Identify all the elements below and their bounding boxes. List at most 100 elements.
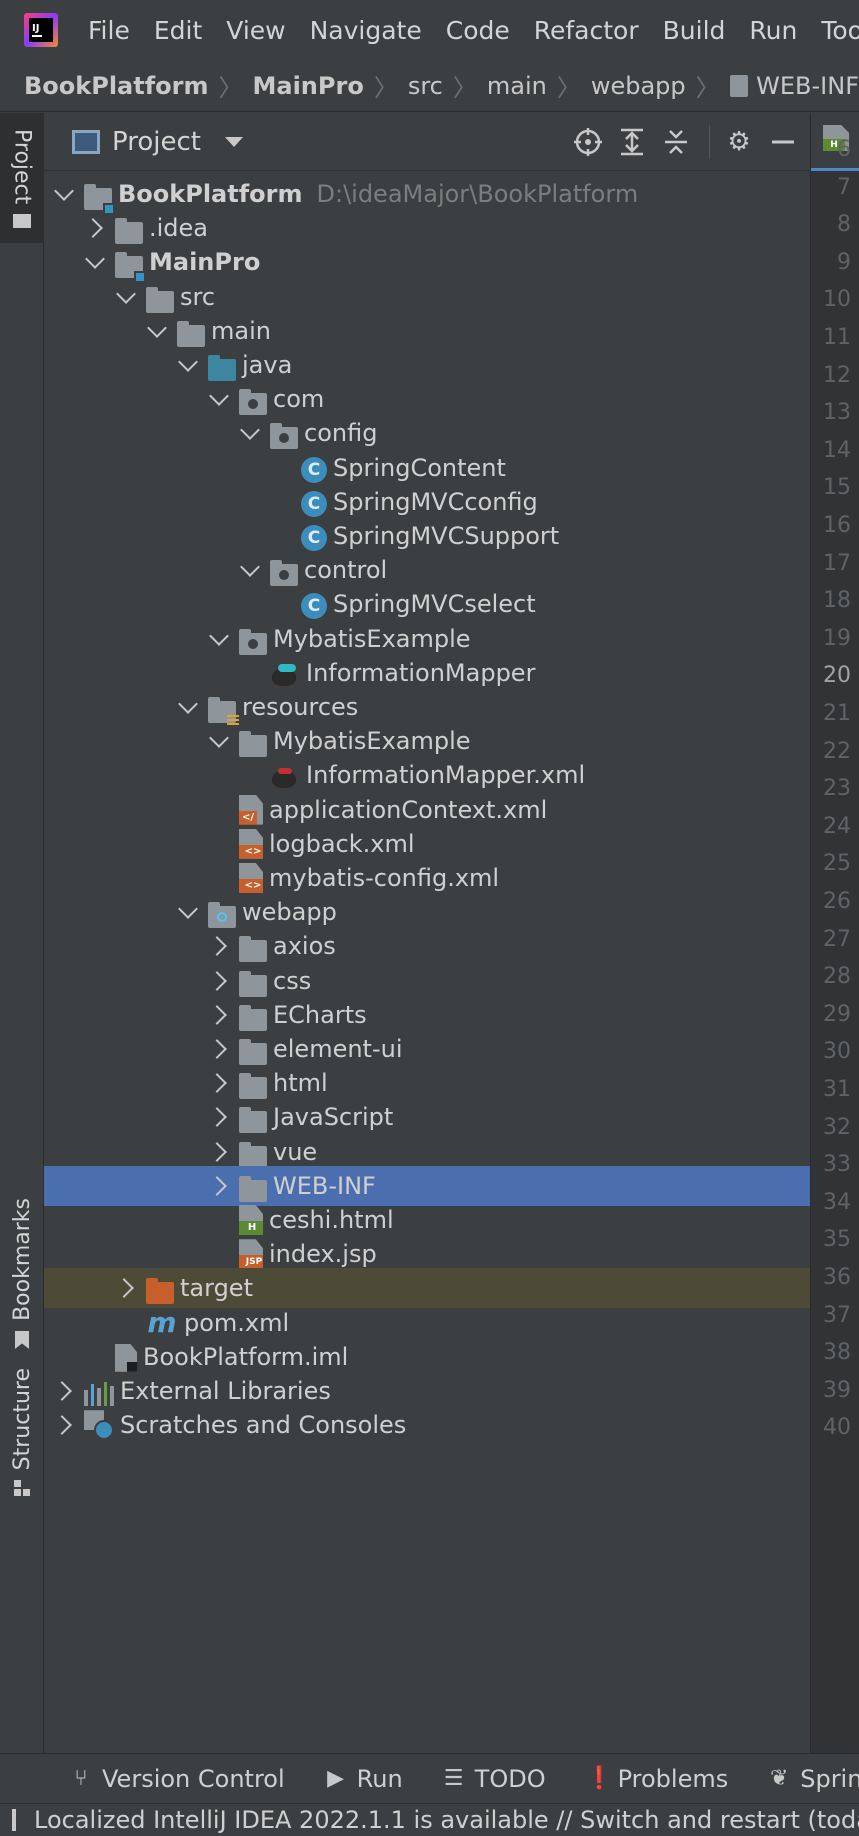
tree-node-path: D:\ideaMajor\BookPlatform [316, 180, 639, 208]
menu-view[interactable]: View [226, 16, 285, 45]
tree-node-label: Scratches and Consoles [120, 1411, 407, 1440]
run-label: Run [356, 1764, 403, 1793]
line-number: 34 [823, 1189, 851, 1215]
tree-node-label: target [180, 1274, 253, 1303]
line-number: 20 [823, 663, 851, 689]
bookmarks-tab-label: Bookmarks [9, 1198, 35, 1321]
line-number: 6 [837, 137, 851, 162]
module-folder-icon [115, 252, 146, 284]
breadcrumb-separator-icon: 〉 [452, 74, 477, 102]
line-number: 17 [823, 550, 851, 576]
tree-node-label: java [242, 351, 293, 379]
breadcrumb-item[interactable]: main [487, 72, 547, 100]
mybatis-mapper-icon [270, 662, 300, 688]
status-message[interactable]: Localized IntelliJ IDEA 2022.1.1 is avai… [34, 1806, 859, 1834]
menu-tools[interactable]: Tools [821, 16, 859, 45]
folder-icon [239, 1004, 267, 1031]
line-number: 39 [823, 1377, 851, 1403]
breadcrumb-item[interactable]: MainPro [253, 72, 364, 100]
version-control-button[interactable]: ⑂ Version Control [70, 1765, 284, 1793]
folder-icon [239, 1175, 267, 1202]
breadcrumb-separator-icon: 〉 [695, 74, 720, 102]
mybatis-xml-icon [270, 764, 300, 790]
breadcrumb-item[interactable]: BookPlatform [24, 72, 209, 100]
todo-label: TODO [474, 1764, 546, 1793]
folder-icon [13, 214, 31, 229]
problems-icon: ❗ [585, 1766, 613, 1791]
tree-node-label: MybatisExample [273, 727, 471, 756]
line-number: 19 [823, 625, 851, 651]
line-number: 16 [823, 513, 851, 538]
bookmark-icon [15, 1330, 29, 1349]
line-number: 13 [823, 400, 851, 426]
project-tool-tab[interactable]: Project [0, 113, 44, 243]
project-panel-header: Project ⚙ [44, 113, 810, 171]
line-number: 28 [823, 964, 851, 990]
problems-label: Problems [617, 1764, 729, 1793]
breadcrumb-item[interactable]: webapp [591, 72, 686, 100]
problems-button[interactable]: ❗ Problems [586, 1765, 729, 1793]
line-number: 25 [823, 851, 851, 877]
version-control-icon: ⑂ [74, 1766, 88, 1791]
folder-icon [239, 731, 267, 758]
tree-node-label: .idea [149, 214, 209, 243]
menu-bar: IJ File Edit View Navigate Code Refactor… [0, 0, 859, 60]
menu-edit[interactable]: Edit [154, 16, 202, 45]
source-folder-icon [208, 355, 236, 381]
tree-node-label: control [304, 556, 388, 585]
line-number: 31 [823, 1077, 851, 1102]
panel-title[interactable]: Project [112, 127, 201, 157]
minimize-icon[interactable] [766, 125, 800, 159]
menu-refactor[interactable]: Refactor [534, 16, 639, 45]
bookmarks-tool-tab[interactable]: Bookmarks [0, 1198, 44, 1349]
xml-file-icon: <> [239, 863, 263, 893]
jsp-file-icon: JSP [239, 1239, 263, 1270]
menu-build[interactable]: Build [663, 16, 726, 45]
line-number: 32 [823, 1114, 851, 1140]
menu-run[interactable]: Run [749, 16, 797, 45]
tree-node-label: vue [273, 1137, 318, 1166]
collapse-all-icon[interactable] [659, 125, 693, 159]
line-number: 21 [823, 701, 851, 726]
line-number: 18 [823, 588, 851, 614]
toggle-tool-windows-icon[interactable] [12, 1809, 16, 1831]
line-number: 33 [823, 1152, 851, 1178]
tree-node-label: MainPro [149, 248, 261, 277]
expand-all-icon[interactable] [615, 125, 649, 159]
line-number: 8 [837, 212, 851, 238]
line-number: 15 [823, 475, 851, 501]
left-tool-stripe: Project Bookmarks Structure [0, 113, 44, 1753]
gear-icon[interactable]: ⚙ [722, 125, 756, 159]
tree-node-label: SpringMVCSupport [333, 522, 560, 550]
structure-icon [14, 1480, 30, 1497]
chevron-right-icon[interactable] [54, 1405, 74, 1445]
breadcrumb-item[interactable]: src [408, 72, 443, 100]
breadcrumb-item[interactable]: WEB-INF [756, 72, 859, 100]
java-class-icon: C [301, 593, 327, 620]
line-number: 22 [823, 738, 851, 764]
chevron-down-icon[interactable] [224, 136, 243, 147]
tree-node-label: SpringContent [333, 453, 506, 482]
tree-node-label: BookPlatform.iml [143, 1342, 349, 1371]
todo-button[interactable]: ☰ TODO [443, 1765, 546, 1793]
menu-navigate[interactable]: Navigate [310, 16, 422, 45]
line-number: 23 [823, 776, 851, 802]
breadcrumb-separator-icon: 〉 [373, 74, 398, 102]
tree-node-label: axios [273, 932, 336, 961]
menu-file[interactable]: File [88, 16, 130, 45]
structure-tool-tab[interactable]: Structure [0, 1368, 44, 1497]
java-class-icon: C [301, 525, 327, 551]
menu-code[interactable]: Code [446, 16, 510, 45]
spring-button[interactable]: ❦ Spring [768, 1765, 859, 1793]
excluded-folder-icon [146, 1278, 174, 1305]
run-button[interactable]: ▶ Run [325, 1765, 403, 1793]
tree-node[interactable]: Scratches and Consoles [44, 1405, 810, 1445]
select-opened-file-icon[interactable] [571, 125, 605, 159]
folder-icon [729, 74, 749, 97]
scratches-icon [84, 1410, 114, 1441]
line-number: 30 [823, 1039, 851, 1065]
tree-node-label: config [304, 419, 378, 448]
spring-icon: ❦ [770, 1766, 789, 1791]
intellij-logo-icon[interactable]: IJ [24, 13, 58, 47]
line-number: 14 [823, 437, 851, 463]
